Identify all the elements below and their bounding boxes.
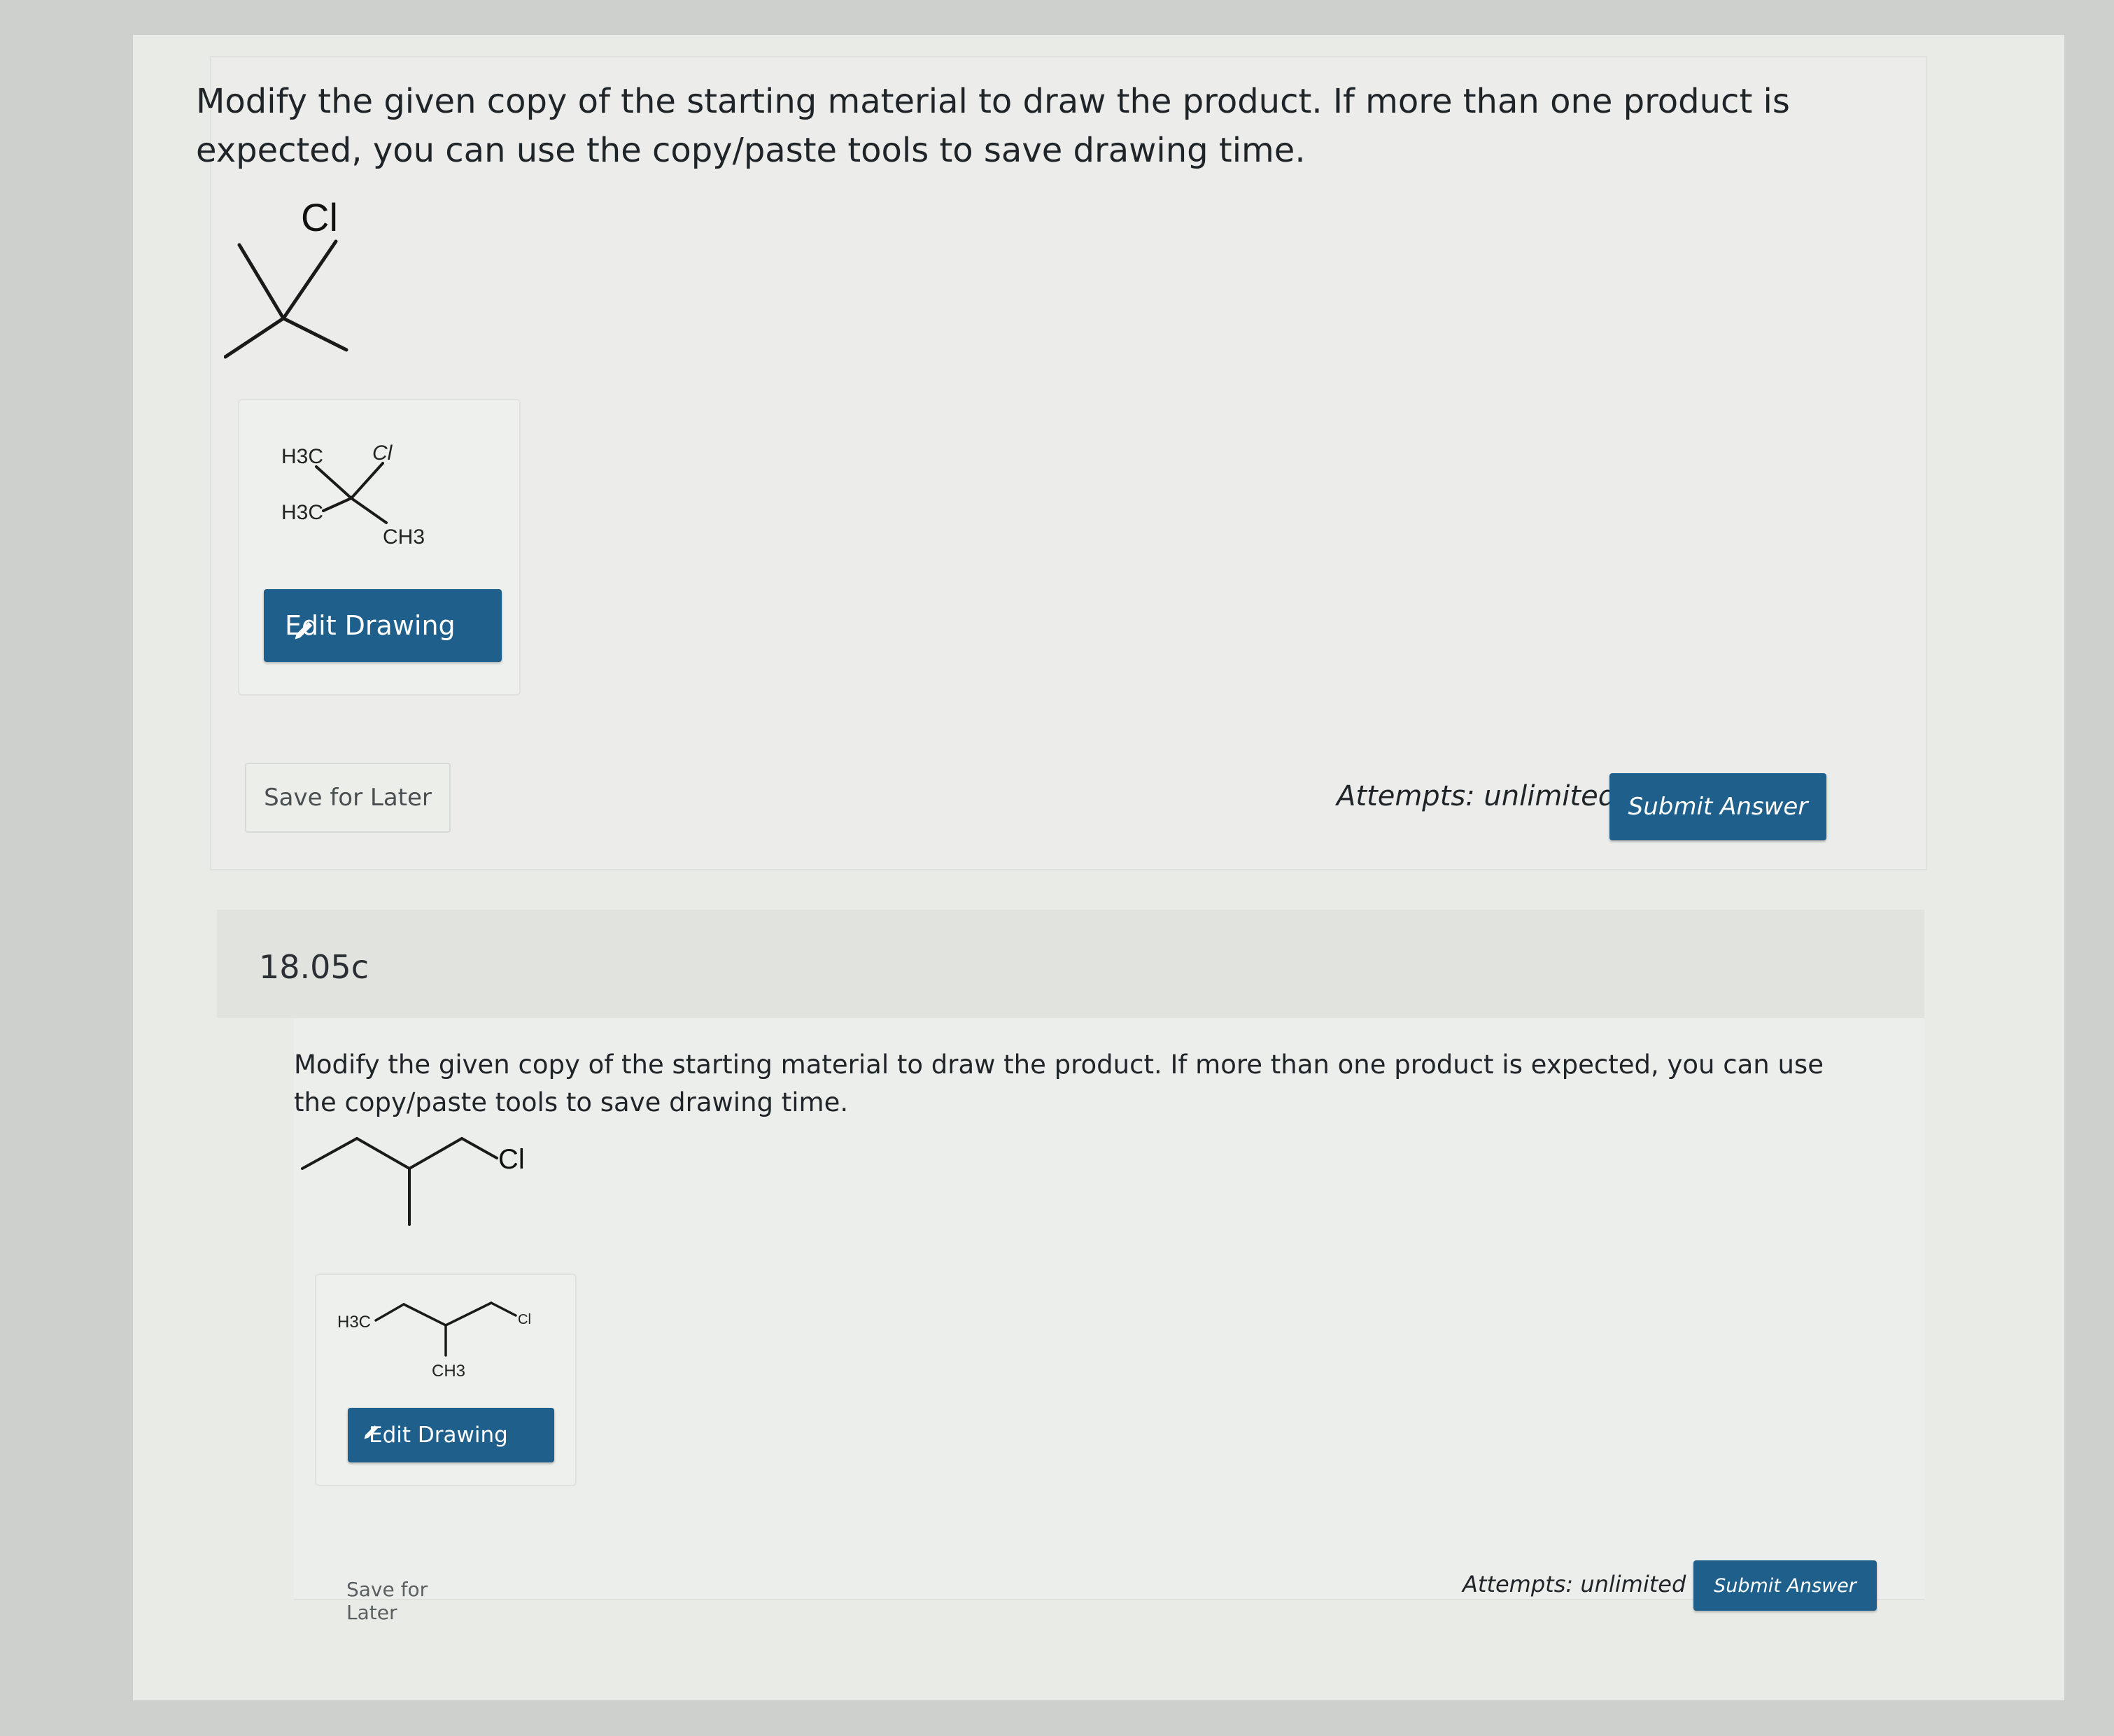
drawing-label-b-3: CH3 bbox=[432, 1362, 465, 1381]
attempts-label-b: Attempts: unlimited bbox=[1463, 1571, 1686, 1597]
drawing-label-a-1: H3C bbox=[281, 445, 323, 468]
question-prompt-b: Modify the given copy of the starting ma… bbox=[294, 1050, 1824, 1117]
submit-answer-button-a[interactable]: Submit Answer bbox=[1609, 773, 1826, 840]
edit-drawing-button-a[interactable]: Edit Drawing bbox=[264, 589, 502, 662]
question-panel-b: Modify the given copy of the starting ma… bbox=[294, 1018, 1924, 1624]
question-number: 18.05c bbox=[259, 948, 369, 986]
question-prompt-a: Modify the given copy of the starting ma… bbox=[196, 82, 1790, 170]
drawing-label-a-2: Cl bbox=[372, 442, 393, 465]
pencil-icon bbox=[295, 621, 313, 640]
save-for-later-label-b: Save for Later bbox=[346, 1578, 428, 1624]
drawing-label-b-1: H3C bbox=[337, 1313, 371, 1332]
edit-drawing-label-b: Edit Drawing bbox=[369, 1423, 508, 1448]
chlorine-label-a: Cl bbox=[301, 195, 338, 239]
drawing-structure-b: H3C Cl CH3 bbox=[337, 1301, 531, 1381]
drawing-card-b[interactable]: H3C Cl CH3 Edit Drawing bbox=[315, 1273, 577, 1486]
edit-drawing-button-b[interactable]: Edit Drawing bbox=[348, 1408, 554, 1462]
starting-material-structure-a: Cl bbox=[224, 195, 348, 359]
question-header-b: 18.05c bbox=[217, 910, 1924, 1018]
attempts-label-a: Attempts: unlimited bbox=[1337, 780, 1616, 812]
drawing-label-b-2: Cl bbox=[518, 1312, 531, 1327]
save-for-later-button-b[interactable]: Save for Later bbox=[325, 1571, 472, 1624]
submit-answer-button-b[interactable]: Submit Answer bbox=[1693, 1560, 1877, 1611]
drawing-card-a[interactable]: H3C Cl H3C CH3 Edit Drawing bbox=[238, 399, 521, 696]
starting-material-structure-b: Cl bbox=[301, 1137, 525, 1226]
save-for-later-button-a[interactable]: Save for Later bbox=[245, 763, 451, 833]
drawing-label-a-4: CH3 bbox=[383, 525, 425, 549]
screen: Modify the given copy of the starting ma… bbox=[133, 35, 2064, 1700]
drawing-structure-a: H3C Cl H3C CH3 bbox=[281, 442, 425, 549]
chlorine-label-b: Cl bbox=[498, 1144, 525, 1175]
pencil-icon bbox=[364, 1425, 378, 1439]
drawing-label-a-3: H3C bbox=[281, 501, 323, 524]
